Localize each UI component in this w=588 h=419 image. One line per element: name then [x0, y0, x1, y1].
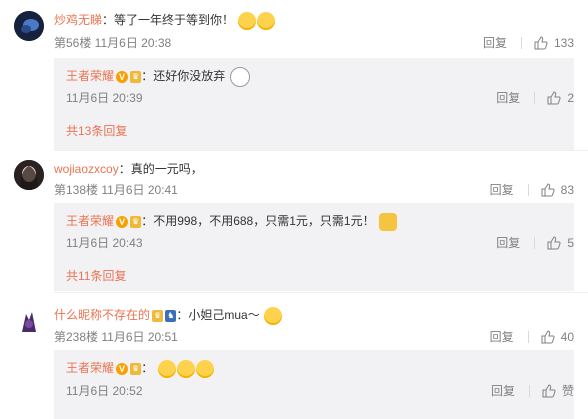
level-badge-icon: ♛ — [130, 71, 142, 83]
divider — [527, 183, 529, 196]
reply-username[interactable]: 王者荣耀 — [66, 361, 114, 375]
reply-username[interactable]: 王者荣耀 — [66, 214, 114, 228]
reply-text: ： — [141, 361, 154, 375]
avatar[interactable] — [14, 306, 44, 336]
reply-username[interactable]: 王者荣耀 — [66, 69, 114, 83]
comment-body: wojiaozxcoy：真的一元吗， — [54, 160, 203, 177]
comment-username[interactable]: 什么昵称不存在的 — [54, 308, 150, 322]
divider — [534, 236, 536, 249]
divider — [534, 91, 536, 104]
reply-button[interactable]: 回复 — [490, 181, 514, 198]
comment-actions: 回复 40 — [490, 328, 574, 345]
thumbs-up-icon — [547, 90, 561, 104]
like-button[interactable]: 赞 — [542, 382, 574, 399]
floor-time: 第56楼 11月6日 20:38 — [54, 36, 172, 50]
thumbs-up-icon — [541, 182, 555, 196]
reply-button[interactable]: 回复 — [496, 89, 520, 106]
reply-actions: 回复 5 — [496, 234, 574, 251]
level-badge-icon: ♛ — [130, 215, 142, 228]
divider — [54, 150, 588, 151]
vip-badge-icon: V — [116, 71, 129, 83]
comment-body: 炒鸡无睇：等了一年终于等到你！ — [54, 11, 276, 30]
more-replies-link[interactable]: 共11条回复 — [66, 267, 126, 284]
reply-body: 王者荣耀 V ♛ ：不用998，不用688，只需1元，只需1元！ — [66, 212, 397, 231]
comment-text: ：等了一年终于等到你！ — [102, 13, 235, 27]
more-replies-link[interactable]: 共13条回复 — [66, 122, 127, 139]
thumbs-up-icon — [534, 35, 548, 49]
reply-box: 王者荣耀 V ♛ ：还好你没放弃 11月6日 20:39 回复 2 共13条回复 — [54, 58, 574, 150]
reply-time: 11月6日 20:52 — [66, 384, 143, 398]
comment-actions: 回复 83 — [490, 181, 574, 198]
reply-text: ：还好你没放弃 — [141, 69, 226, 84]
reply-box: 王者荣耀 V ♛ ：不用998，不用688，只需1元，只需1元！ 11月6日 20:4… — [54, 203, 574, 291]
level-badge-icon: ♛ — [130, 362, 142, 375]
vip-badge-icon: V — [116, 362, 129, 375]
divider — [54, 292, 588, 293]
avatar[interactable] — [14, 160, 44, 190]
reply-button[interactable]: 回复 — [490, 328, 514, 345]
divider — [527, 330, 529, 343]
comment-username[interactable]: 炒鸡无睇 — [54, 13, 102, 27]
comment-body: 什么昵称不存在的 ♛ ♞ ：小妲己mua～ — [54, 306, 283, 325]
like-button[interactable]: 40 — [541, 330, 574, 344]
comment-text: ：真的一元吗， — [118, 162, 203, 176]
like-button[interactable]: 5 — [547, 236, 574, 250]
reply-body: 王者荣耀 V ♛ ：还好你没放弃 — [66, 67, 250, 87]
like-count: 40 — [560, 329, 574, 344]
reply-actions: 回复 2 — [496, 89, 574, 106]
emoji-icon — [378, 212, 397, 231]
comment-actions: 回复 133 — [483, 34, 574, 51]
like-button[interactable]: 133 — [534, 36, 574, 50]
game-badge-icon: ♞ — [165, 309, 177, 322]
like-count: 2 — [567, 90, 574, 105]
divider — [520, 36, 522, 49]
reply-button[interactable]: 回复 — [491, 382, 515, 399]
comment-username[interactable]: wojiaozxcoy — [54, 162, 119, 176]
reply-body: 王者荣耀 V ♛： — [66, 359, 214, 378]
thumbs-up-icon — [541, 329, 555, 343]
reply-time: 11月6日 20:43 — [66, 236, 143, 250]
reply-actions: 回复 赞 — [491, 382, 574, 399]
reply-time: 11月6日 20:39 — [66, 91, 143, 105]
comment-text: ：小妲己mua～ — [176, 308, 260, 322]
level-badge-icon: ♛ — [152, 309, 164, 322]
reply-box: 王者荣耀 V ♛： 11月6日 20:52 回复 赞 — [54, 350, 574, 419]
thumbs-up-icon — [542, 383, 556, 397]
floor-time: 第238楼 11月6日 20:51 — [54, 330, 178, 344]
thumbs-up-icon — [547, 235, 561, 249]
avatar[interactable] — [14, 11, 44, 41]
like-count: 83 — [560, 182, 574, 197]
emoji-icon — [238, 11, 257, 30]
floor-time: 第138楼 11月6日 20:41 — [54, 183, 178, 197]
vip-badge-icon: V — [116, 215, 129, 228]
like-button[interactable]: 83 — [541, 183, 574, 197]
reply-text: ：不用998，不用688，只需1元，只需1元！ — [141, 214, 375, 228]
emoji-icon — [264, 306, 283, 325]
like-count: 赞 — [561, 384, 574, 398]
like-count: 133 — [553, 35, 574, 50]
emoji-icon — [195, 359, 214, 378]
emoji-icon — [176, 359, 195, 378]
reply-button[interactable]: 回复 — [496, 234, 520, 251]
reply-button[interactable]: 回复 — [483, 34, 507, 51]
like-count: 5 — [567, 235, 574, 250]
emoji-icon — [257, 11, 276, 30]
like-button[interactable]: 2 — [547, 91, 574, 105]
divider — [528, 384, 530, 397]
emoji-icon — [229, 67, 250, 87]
emoji-icon — [157, 359, 176, 378]
